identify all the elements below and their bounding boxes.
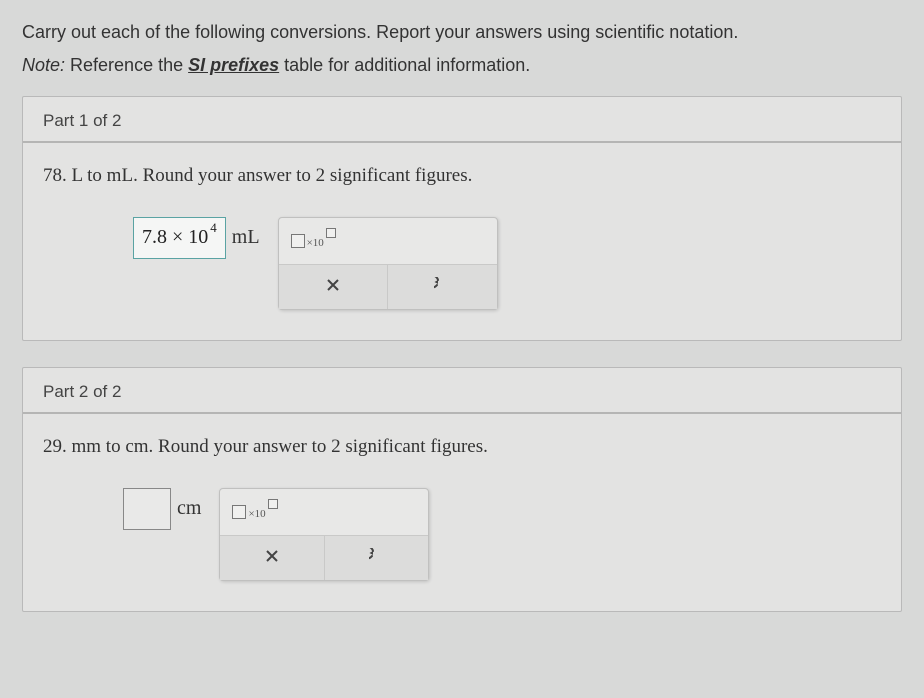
- scientific-notation-button[interactable]: ×10: [291, 234, 336, 248]
- note-text: Note: Reference the SI prefixes table fo…: [22, 55, 902, 76]
- placeholder-box-icon: [291, 234, 305, 248]
- scientific-notation-button[interactable]: ×10: [232, 505, 277, 519]
- times-ten-label: ×10: [307, 237, 324, 249]
- part-1-answer-coef: 7.8 × 10: [142, 226, 208, 249]
- part-2-answer-input[interactable]: [123, 488, 171, 530]
- part-1-answer-input[interactable]: 7.8 × 104: [133, 217, 226, 259]
- part-1-body: 78. L to mL. Round your answer to 2 sign…: [23, 143, 901, 340]
- placeholder-exponent-icon: [268, 499, 278, 509]
- part-2-body: 29. mm to cm. Round your answer to 2 sig…: [23, 414, 901, 611]
- part-1-answer-row: 7.8 × 104 mL ×10: [43, 217, 881, 310]
- part-1-answer-exp: 4: [210, 220, 217, 236]
- part-2-header: Part 2 of 2: [23, 368, 901, 414]
- placeholder-exponent-icon: [326, 228, 336, 238]
- part-2-unit: cm: [177, 497, 201, 520]
- part-2-tool-top: ×10: [220, 489, 428, 535]
- part-1-tool-top: ×10: [279, 218, 497, 264]
- part-2-tool-panel: ×10: [219, 488, 429, 581]
- part-1-question-number: 78.: [43, 165, 67, 186]
- si-prefixes-link[interactable]: SI prefixes: [188, 55, 279, 75]
- times-ten-label: ×10: [248, 508, 265, 520]
- note-suffix: table for additional information.: [279, 55, 530, 75]
- part-1-tool-bottom: [279, 264, 497, 309]
- x-icon: [264, 548, 280, 567]
- placeholder-box-icon: [232, 505, 246, 519]
- part-2-question: 29. mm to cm. Round your answer to 2 sig…: [43, 436, 881, 458]
- undo-icon: [369, 548, 385, 567]
- reset-button[interactable]: [325, 536, 429, 580]
- part-1-tool-panel: ×10: [278, 217, 498, 310]
- reset-button[interactable]: [388, 265, 497, 309]
- part-2-question-number: 29.: [43, 436, 67, 457]
- part-2-question-text: mm to cm. Round your answer to 2 signifi…: [67, 436, 488, 457]
- part-1-card: Part 1 of 2 78. L to mL. Round your answ…: [22, 96, 902, 341]
- part-1-header: Part 1 of 2: [23, 97, 901, 143]
- clear-button[interactable]: [220, 536, 325, 580]
- part-1-question: 78. L to mL. Round your answer to 2 sign…: [43, 165, 881, 187]
- undo-icon: [434, 277, 450, 296]
- instructions-text: Carry out each of the following conversi…: [22, 18, 902, 47]
- part-2-tool-bottom: [220, 535, 428, 580]
- part-2-answer-row: cm ×10: [43, 488, 881, 581]
- part-1-question-text: L to mL. Round your answer to 2 signific…: [67, 165, 473, 186]
- part-1-unit: mL: [232, 226, 260, 249]
- x-icon: [325, 277, 341, 296]
- note-mid: Reference the: [65, 55, 188, 75]
- part-2-card: Part 2 of 2 29. mm to cm. Round your ans…: [22, 367, 902, 612]
- clear-button[interactable]: [279, 265, 389, 309]
- note-prefix: Note:: [22, 55, 65, 75]
